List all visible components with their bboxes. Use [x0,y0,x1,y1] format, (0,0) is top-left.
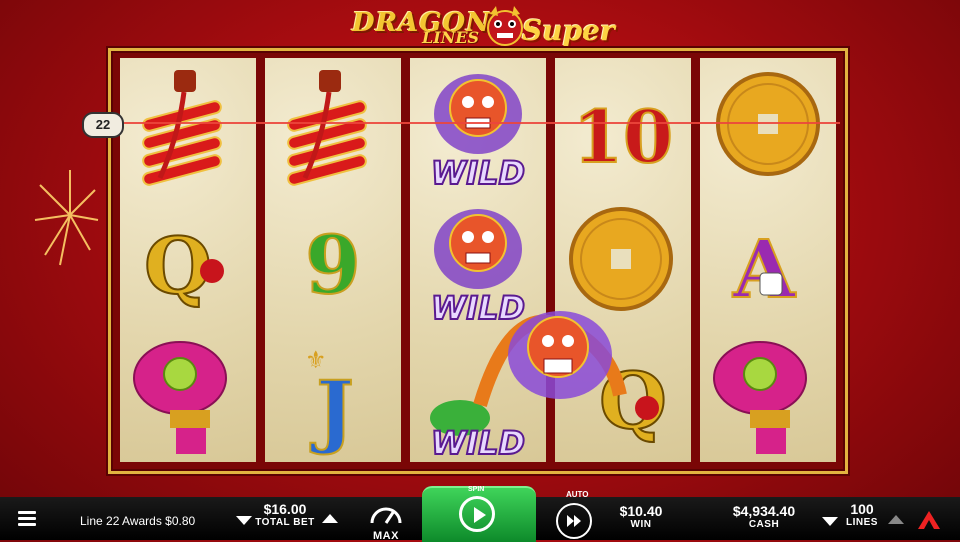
reel-1: Q [120,58,256,462]
spin-button[interactable]: SPIN [422,486,536,542]
speedometer-icon [370,507,402,524]
fast-forward-icon [567,515,581,527]
lantern-symbol [120,328,256,462]
firecrackers-symbol [265,58,401,192]
game-logo: DRAGON LINES Super [340,4,620,50]
ace-symbol: A [700,193,836,327]
provider-logo-icon [918,511,940,529]
firecrackers-symbol [120,58,256,192]
total-bet-display: $16.00 TOTAL BET [252,501,318,528]
total-bet-label: TOTAL BET [255,517,315,528]
svg-text:J: J [310,363,354,457]
jack-symbol: J ⚜ [265,328,401,462]
bet-increase-icon[interactable] [322,514,338,523]
total-bet-value: $16.00 [263,501,307,517]
lines-value: 100 [850,501,874,517]
play-icon [459,496,495,532]
max-label: MAX [373,530,399,542]
auto-label: AUTO [566,490,589,499]
spin-label: SPIN [468,486,485,493]
firework-decoration [34,170,99,266]
win-value: $10.40 [619,503,663,519]
cash-label: CASH [748,519,780,530]
queen-symbol: Q [120,193,256,327]
svg-text:⚜: ⚜ [305,347,327,374]
logo-word-super: Super [522,14,615,47]
win-label: WIN [630,519,652,530]
lines-display: 100 LINES [840,501,884,528]
cash-display: $4,934.40 CASH [714,503,814,530]
lines-increase-icon[interactable] [888,515,904,524]
lines-decrease-icon[interactable] [822,517,838,526]
lantern-symbol [700,328,836,462]
winning-payline [118,122,840,124]
wild-symbol: WILD [410,58,546,193]
svg-text:WILD: WILD [431,154,525,192]
dragon-wild-overlay [473,311,627,408]
svg-text:10: 10 [573,94,673,179]
autoplay-button[interactable] [556,503,592,539]
svg-text:A: A [732,222,796,316]
nine-symbol: 9 [265,193,401,327]
logo-word-lines: LINES [422,28,480,47]
svg-text:WILD: WILD [431,424,525,462]
menu-icon[interactable] [18,511,36,526]
bet-decrease-icon[interactable] [236,516,252,525]
max-bet-button[interactable]: MAX [368,501,404,542]
lines-label: LINES [846,517,878,528]
award-status-text: Line 22 Awards $0.80 [80,514,196,528]
coin-symbol [700,58,836,192]
svg-text:9: 9 [305,218,361,312]
reel-2: 9 J ⚜ [265,58,401,462]
reel-5: A [700,58,836,462]
ten-symbol: 10 [555,58,691,192]
win-display: $10.40 WIN [614,503,668,530]
payline-number-badge: 22 [82,112,124,138]
cash-value: $4,934.40 [732,503,796,519]
